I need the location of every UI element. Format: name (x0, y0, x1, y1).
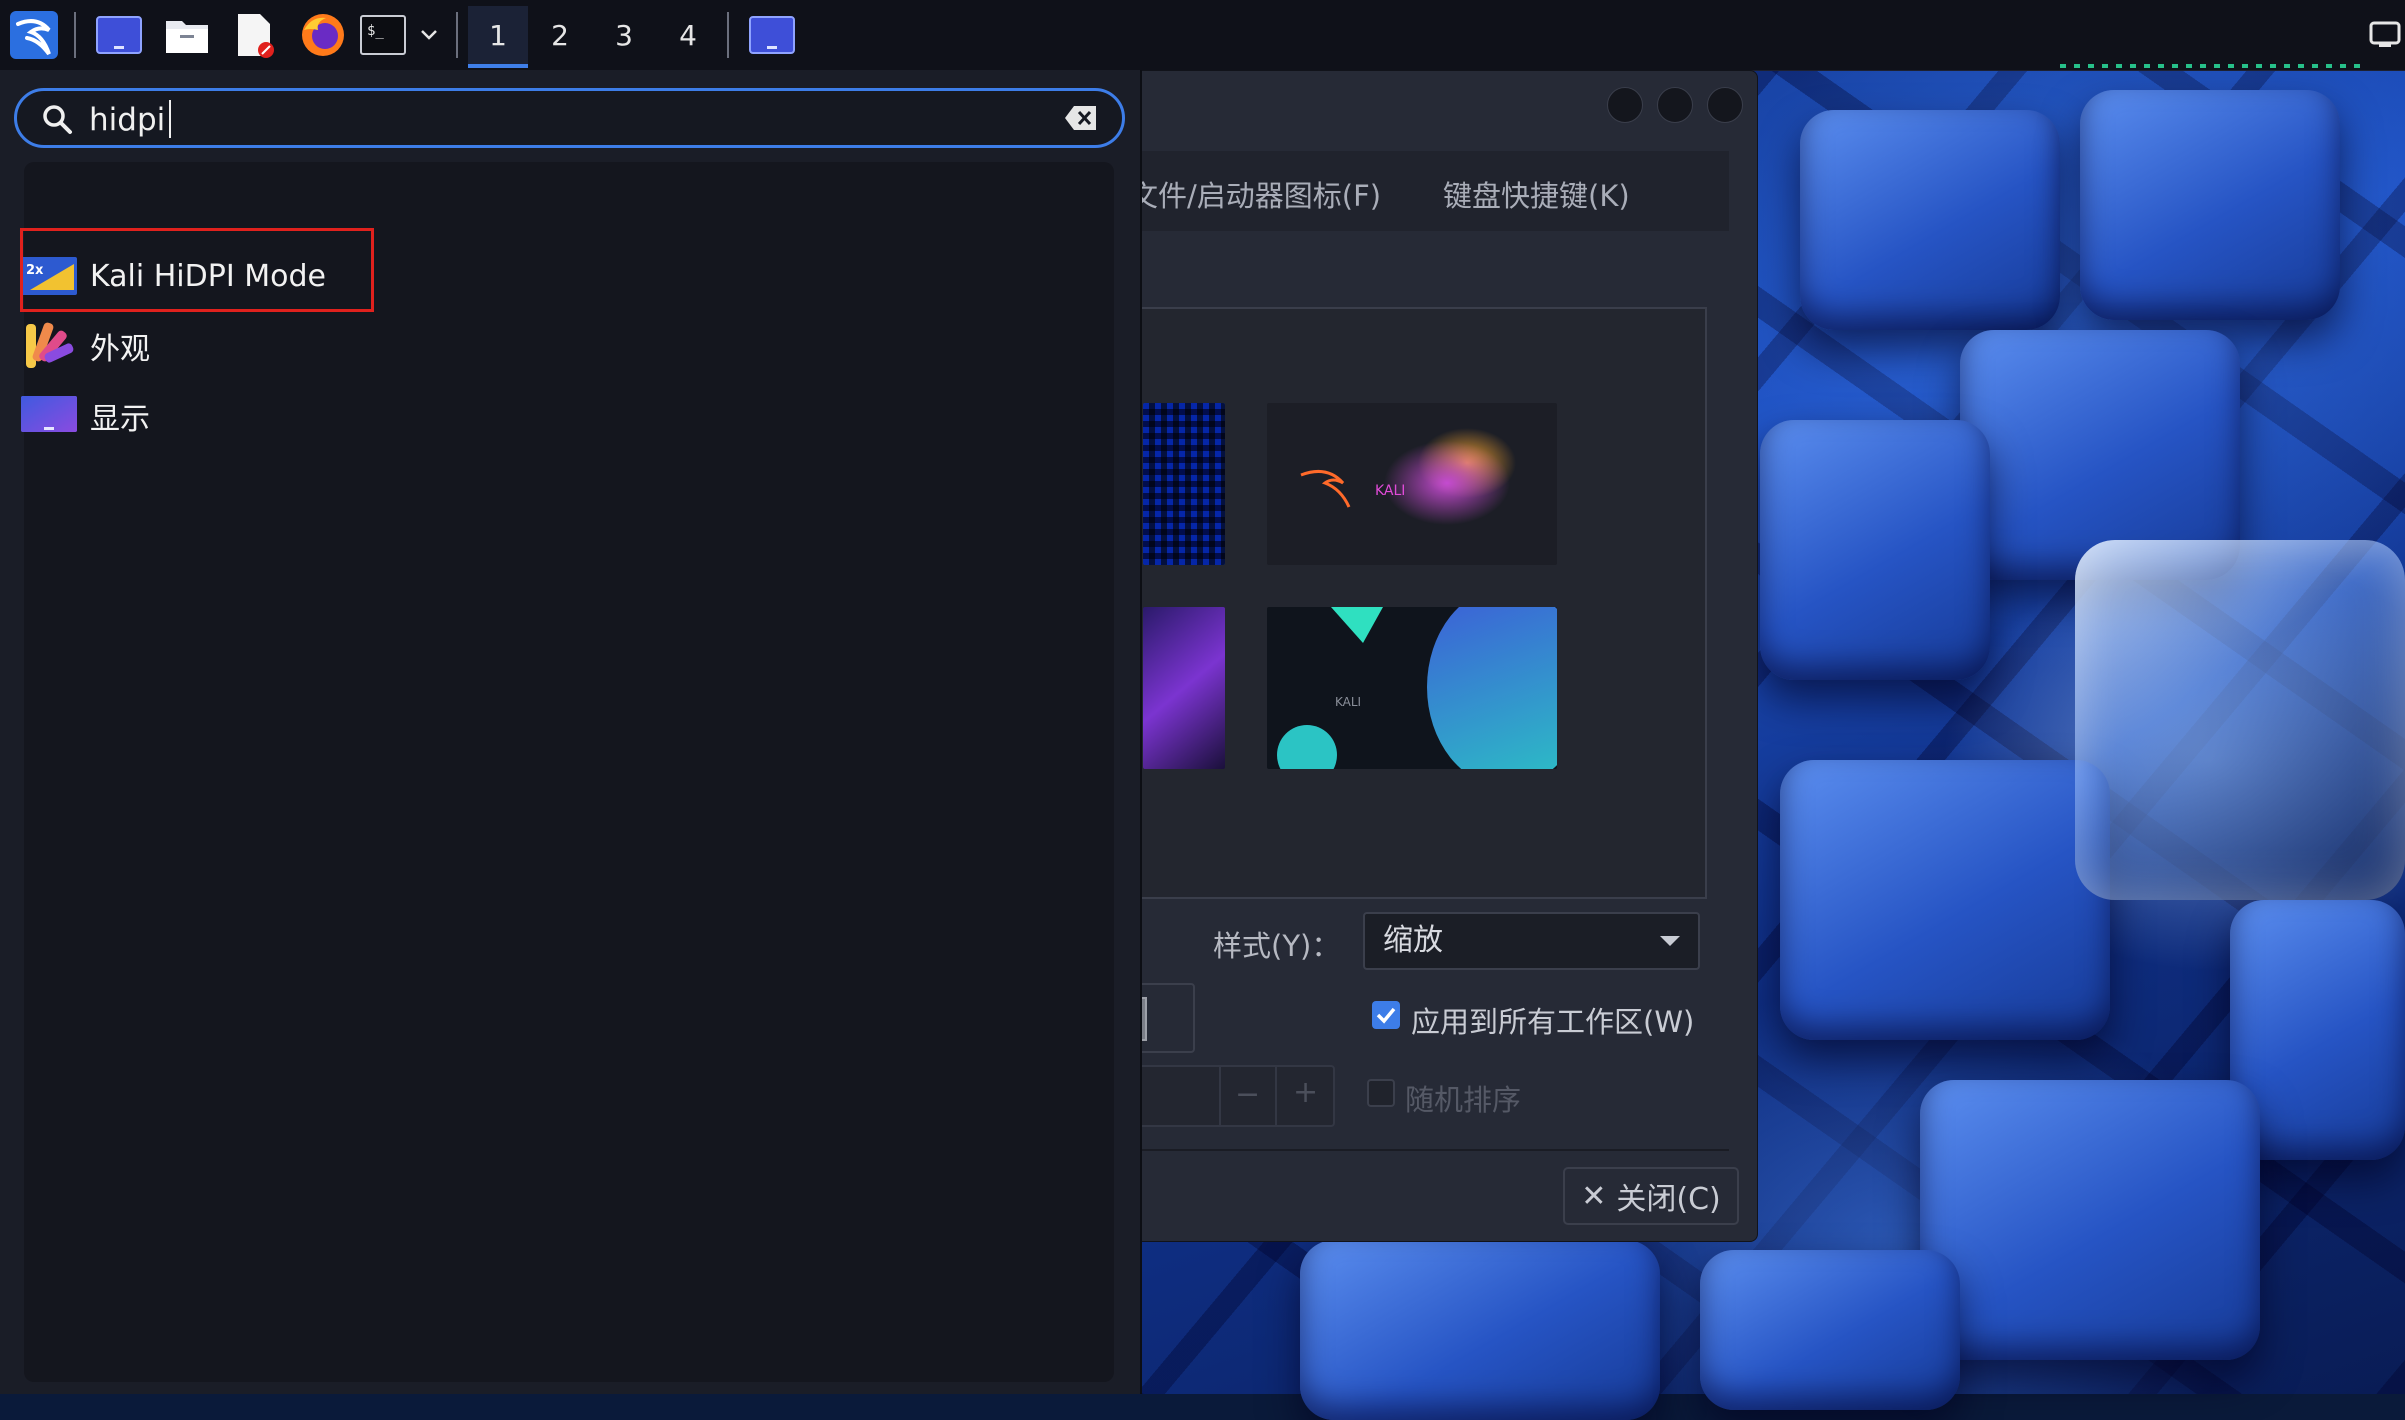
close-button-label: 关闭(C) (1616, 1182, 1721, 1217)
window-maximize-button[interactable] (1657, 87, 1693, 123)
notification-area-icon[interactable] (2365, 10, 2405, 60)
wallpaper-cube (1700, 1250, 1960, 1410)
result-item-appearance[interactable]: 外观 (20, 316, 150, 376)
display-window-icon[interactable] (92, 10, 146, 60)
thumbnail-kali-text: KALI (1375, 483, 1406, 499)
wallpaper-cube (1920, 1080, 2260, 1360)
stepper-minus-button[interactable]: − (1235, 1077, 1260, 1112)
wallpaper-glass-cube (2075, 540, 2405, 900)
wallpaper-thumbnail-purple-cubes[interactable] (1143, 607, 1225, 769)
window-close-button[interactable] (1707, 87, 1743, 123)
close-icon: ✕ (1581, 1178, 1607, 1214)
wallpaper-cube (1800, 110, 2060, 330)
wallpaper-cube (1760, 420, 1990, 680)
window-minimize-button[interactable] (1607, 87, 1643, 123)
firefox-icon[interactable] (296, 10, 350, 60)
wallpaper-cube (1780, 760, 2110, 1040)
workspace-4-button[interactable]: 4 (658, 6, 718, 64)
svg-text:$_: $_ (367, 23, 384, 39)
text-editor-icon[interactable] (228, 10, 282, 60)
kali-menu-icon[interactable] (6, 10, 62, 60)
search-icon (43, 105, 72, 134)
workspace-3-button[interactable]: 3 (594, 6, 654, 64)
stepper-plus-button[interactable]: + (1293, 1075, 1318, 1110)
terminal-icon[interactable]: $_ (358, 10, 408, 60)
panel-separator (456, 12, 458, 58)
tab-keyboard-shortcuts[interactable]: 键盘快捷键(K) (1443, 173, 1630, 215)
display-icon (21, 396, 77, 432)
style-select[interactable]: 缩放 (1363, 912, 1700, 970)
wallpaper-thumbnail-maze[interactable] (1143, 403, 1225, 565)
apply-all-workspaces-label: 应用到所有工作区(W) (1411, 1005, 1695, 1039)
top-panel: $_ 1 2 3 4 (0, 0, 2405, 71)
result-label: 外观 (90, 332, 150, 367)
selection-highlight-box (20, 228, 374, 312)
text-caret (169, 100, 171, 138)
workspace-1-button[interactable]: 1 (468, 6, 528, 68)
clear-search-icon[interactable] (1064, 105, 1098, 131)
application-finder: hidpi 2x Kali HiDPI Mode 外观 显示 (0, 70, 1142, 1394)
workspace-2-button[interactable]: 2 (530, 6, 590, 64)
chevron-down-icon (1660, 936, 1680, 946)
close-button[interactable]: ✕ 关闭(C) (1563, 1167, 1739, 1225)
random-order-label: 随机排序 (1405, 1083, 1522, 1117)
network-activity-indicator (2060, 64, 2360, 68)
panel-separator (74, 12, 76, 58)
file-manager-icon[interactable] (160, 10, 214, 60)
search-field[interactable]: hidpi (14, 88, 1125, 148)
panel-separator (727, 12, 729, 58)
tab-file-launcher-icons[interactable]: 文件/启动器图标(F) (1129, 173, 1381, 215)
apply-all-workspaces-checkbox[interactable] (1372, 1001, 1400, 1029)
wallpaper-cube (2080, 90, 2340, 320)
search-input[interactable]: hidpi (89, 102, 165, 138)
result-item-display[interactable]: 显示 (20, 386, 150, 446)
wallpaper-thumbnail-teal-shapes[interactable]: KALI (1267, 607, 1557, 769)
result-label: 显示 (90, 402, 150, 437)
random-order-checkbox[interactable] (1367, 1079, 1395, 1107)
wallpaper-thumbnail-kali-ink[interactable]: KALI (1267, 403, 1557, 565)
appearance-icon (26, 322, 74, 368)
style-label: 样式(Y)： (1213, 929, 1341, 963)
window-button-icon[interactable] (744, 10, 800, 60)
terminal-dropdown-icon[interactable] (414, 10, 444, 60)
style-select-value: 缩放 (1383, 923, 1443, 958)
search-results-list (24, 162, 1114, 1382)
thumbnail-kali-text: KALI (1335, 695, 1362, 709)
wallpaper-cube (1300, 1240, 1660, 1420)
